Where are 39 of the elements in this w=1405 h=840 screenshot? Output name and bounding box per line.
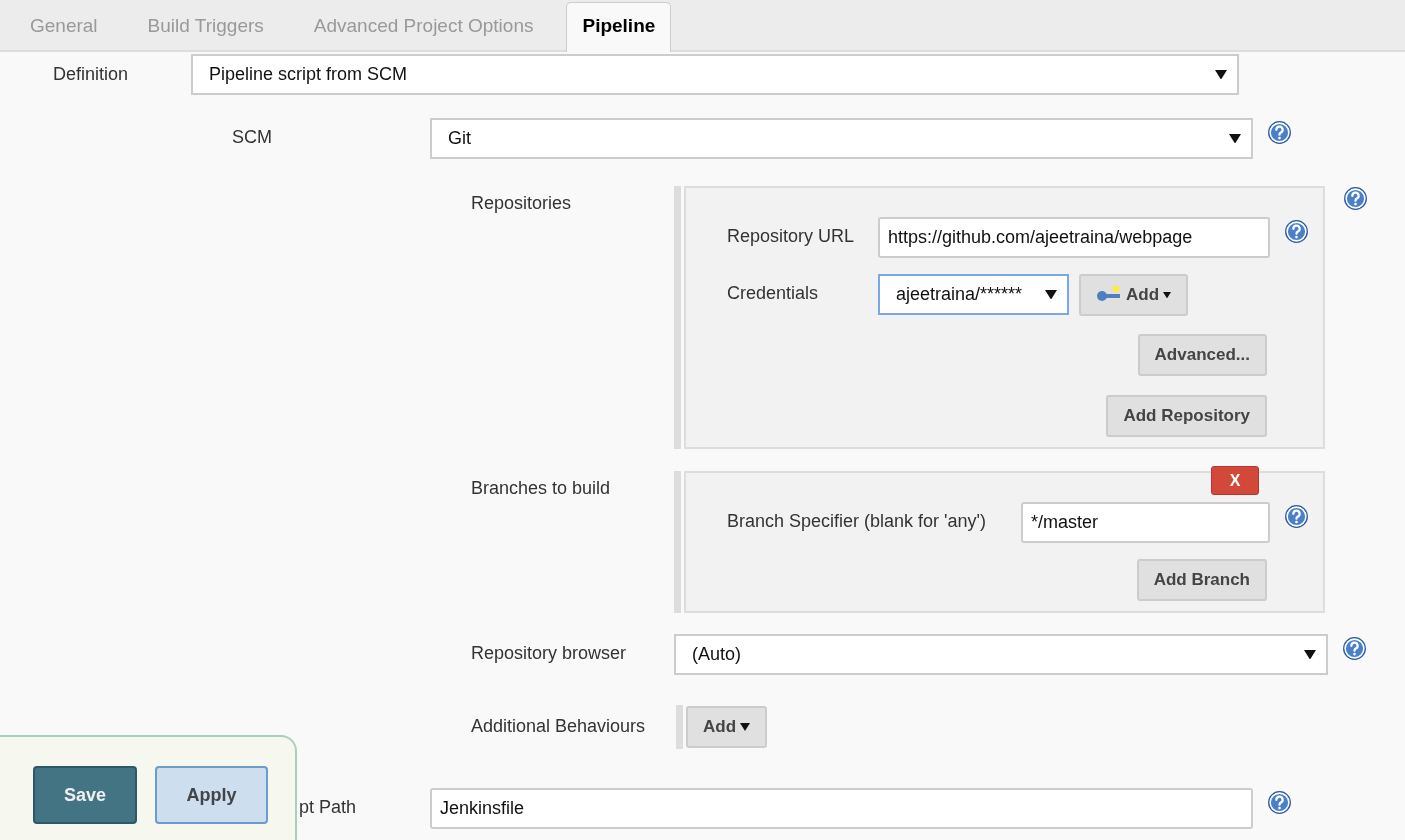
field-label: Repository browser [471, 642, 628, 664]
section-bar [676, 705, 683, 749]
help-icon[interactable] [1342, 636, 1367, 661]
credentials-select[interactable]: ajeetraina/****** [878, 274, 1069, 315]
field-label: Repository URL [727, 225, 856, 247]
field-label: Definition [52, 63, 130, 85]
add-branch-button[interactable]: Add Branch [1136, 559, 1267, 601]
field-label: Repositories [471, 192, 573, 214]
delete-button[interactable]: X [1211, 466, 1259, 495]
help-icon[interactable] [1267, 120, 1292, 145]
definition-select[interactable]: Pipeline script from SCM [191, 54, 1239, 95]
apply-button[interactable]: Apply [155, 766, 268, 824]
dropdown-caret-icon [1215, 69, 1227, 80]
dropdown-caret-icon [1304, 649, 1316, 660]
help-icon[interactable] [1267, 790, 1292, 815]
dropdown-caret-icon [1163, 291, 1172, 299]
field-label: Branches to build [471, 477, 612, 499]
branch-specifier-field[interactable]: */master [1021, 502, 1270, 543]
repository-url-field[interactable]: https://github.com/ajeetraina/webpage [878, 217, 1270, 258]
dropdown-caret-icon [1045, 289, 1057, 300]
field-label: Additional Behaviours [471, 715, 647, 737]
field-label: Branch Specifier (blank for 'any') [727, 510, 987, 532]
help-icon[interactable] [1343, 186, 1368, 211]
add-behaviour-button[interactable]: Add [686, 706, 768, 748]
field-label: SCM [231, 126, 273, 148]
dropdown-caret-icon [1229, 133, 1241, 144]
field-label: Credentials [727, 282, 820, 304]
advanced-button[interactable]: Advanced... [1137, 334, 1267, 376]
field-label: pt Path [299, 796, 358, 818]
save-button[interactable]: Save [33, 766, 137, 824]
scm-select[interactable]: Git [430, 118, 1253, 159]
tab[interactable]: Pipeline [566, 2, 672, 52]
script-path-field[interactable]: Jenkinsfile [430, 788, 1253, 829]
help-icon[interactable] [1284, 219, 1309, 244]
add-credentials-button[interactable]: Add [1079, 274, 1189, 316]
help-icon[interactable] [1284, 504, 1309, 529]
repository-browser-select[interactable]: (Auto) [674, 634, 1328, 675]
dropdown-caret-icon [740, 723, 751, 731]
add-repository-button[interactable]: Add Repository [1106, 395, 1267, 437]
